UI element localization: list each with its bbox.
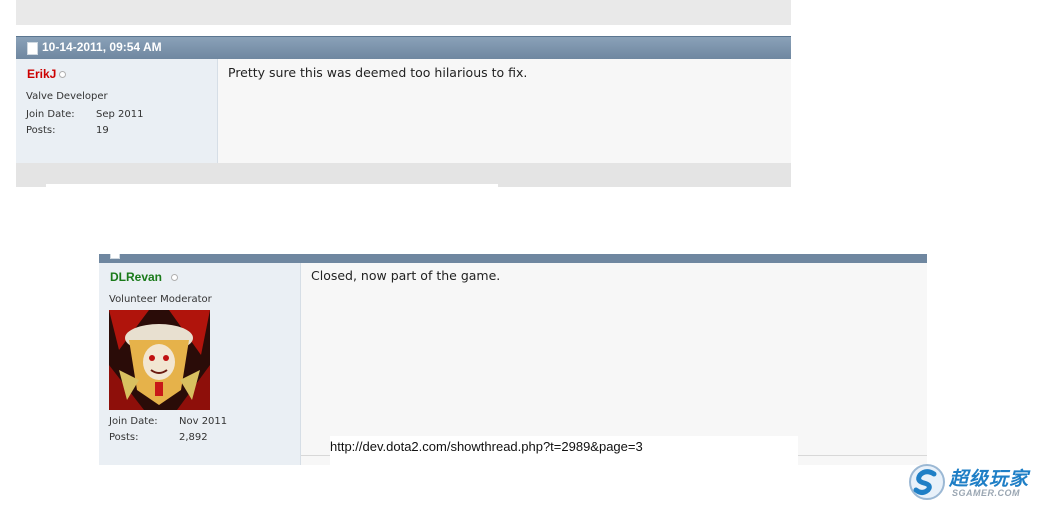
join-date-label: Join Date: bbox=[26, 109, 75, 120]
document-icon bbox=[27, 42, 38, 55]
join-date-label: Join Date: bbox=[109, 416, 158, 427]
avatar[interactable] bbox=[109, 310, 210, 410]
join-date-value: Nov 2011 bbox=[179, 416, 228, 427]
post-message: Closed, now part of the game. bbox=[301, 263, 927, 465]
post-message: Pretty sure this was deemed too hilariou… bbox=[218, 59, 791, 163]
username-link[interactable]: ErikJ bbox=[27, 67, 56, 81]
post-date: 10-14-2011, 09:54 AM bbox=[42, 40, 162, 54]
posts-count: 19 bbox=[96, 125, 109, 136]
post-header: 10-14-2011, 09:54 AM bbox=[16, 36, 791, 59]
sgamer-logo-icon bbox=[909, 464, 945, 500]
watermark-domain: SGAMER.COM bbox=[952, 488, 1020, 498]
offline-status-icon bbox=[59, 71, 66, 78]
user-title: Valve Developer bbox=[26, 91, 108, 102]
post-userinfo: ErikJ Valve Developer Join Date: Sep 201… bbox=[16, 59, 218, 163]
message-text: Closed, now part of the game. bbox=[311, 268, 501, 283]
avatar-image bbox=[109, 310, 210, 410]
post-footer bbox=[16, 163, 791, 187]
posts-label: Posts: bbox=[109, 432, 139, 443]
source-url: http://dev.dota2.com/showthread.php?t=29… bbox=[330, 439, 643, 454]
username-link[interactable]: DLRevan bbox=[110, 270, 162, 284]
posts-count: 2,892 bbox=[179, 432, 208, 443]
user-title: Volunteer Moderator bbox=[109, 294, 212, 305]
document-icon bbox=[110, 254, 120, 259]
source-url-caption: http://dev.dota2.com/showthread.php?t=29… bbox=[330, 436, 798, 466]
message-text: Pretty sure this was deemed too hilariou… bbox=[228, 65, 528, 80]
post-header bbox=[99, 254, 927, 263]
posts-label: Posts: bbox=[26, 125, 56, 136]
watermark-logo: 超级玩家 SGAMER.COM bbox=[905, 460, 1049, 505]
join-date-value: Sep 2011 bbox=[96, 109, 144, 120]
watermark-title: 超级玩家 bbox=[949, 468, 1030, 490]
offline-status-icon bbox=[171, 274, 178, 281]
previous-post-strip bbox=[16, 0, 791, 25]
divider bbox=[46, 184, 498, 187]
